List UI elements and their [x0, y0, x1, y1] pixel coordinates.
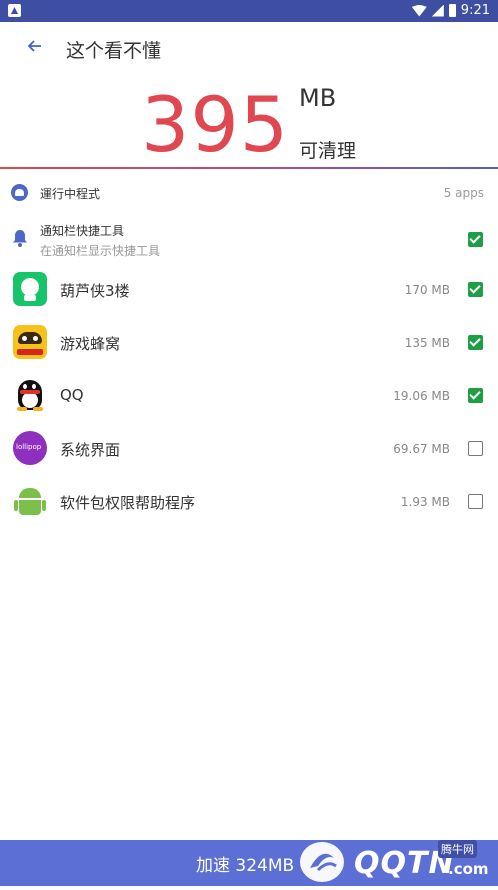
back-arrow-icon[interactable]: [22, 34, 48, 60]
watermark-tag: 腾牛网: [438, 840, 477, 858]
app-checkbox[interactable]: [468, 388, 483, 403]
notification-app-icon: [8, 4, 21, 17]
app-size: 19.06 MB: [393, 389, 450, 403]
wifi-icon: [411, 4, 427, 17]
app-name: QQ: [60, 386, 84, 404]
app-name: 软件包权限帮助程序: [60, 494, 196, 512]
page-title: 这个看不懂: [66, 40, 162, 62]
app-name: 游戏蜂窝: [60, 335, 121, 353]
running-header: 運行中程式 5 apps: [0, 181, 498, 207]
clean-summary: 395 MB 可清理: [0, 80, 498, 168]
app-checkbox[interactable]: [468, 494, 483, 509]
notify-subtitle: 在通知栏显示快捷工具: [40, 244, 161, 258]
boost-button[interactable]: 加速 324MB QQTN .com 腾牛网: [0, 840, 498, 886]
running-label: 運行中程式: [40, 187, 101, 201]
signal-icon: [431, 4, 444, 17]
app-checkbox[interactable]: [468, 282, 483, 297]
app-row-qq[interactable]: QQ 19.06 MB: [0, 376, 498, 416]
boost-label: 加速 324MB: [196, 856, 295, 876]
android-robot-icon: [11, 184, 28, 201]
amount-unit: MB: [299, 84, 337, 112]
notify-title: 通知栏快捷工具: [40, 224, 125, 238]
app-row-youxifengwo[interactable]: 游戏蜂窝 135 MB: [0, 323, 498, 363]
qq-penguin-icon: [13, 378, 47, 412]
app-bar: 这个看不懂: [0, 22, 498, 74]
app-size: 1.93 MB: [400, 495, 450, 509]
app-row-huluxia[interactable]: 葫芦侠3楼 170 MB: [0, 270, 498, 310]
android-icon: [13, 484, 47, 518]
cleanable-label: 可清理: [299, 140, 357, 162]
gradient-divider: [0, 167, 498, 169]
app-checkbox[interactable]: [468, 335, 483, 350]
app-name: 系统界面: [60, 441, 121, 459]
cleanable-amount: 395: [141, 80, 290, 169]
bell-icon: [12, 229, 28, 251]
app-size: 170 MB: [404, 283, 450, 297]
status-right: 9:21: [411, 3, 490, 18]
youxifengwo-icon: [13, 325, 47, 359]
huluxia-icon: [13, 272, 47, 306]
app-name: 葫芦侠3楼: [60, 282, 130, 300]
notify-checkbox[interactable]: [468, 232, 483, 247]
watermark: QQTN .com 腾牛网: [288, 840, 498, 886]
app-size: 69.67 MB: [393, 442, 450, 456]
notify-tool-row[interactable]: 通知栏快捷工具 在通知栏显示快捷工具: [0, 219, 498, 261]
battery-icon: [448, 4, 456, 17]
app-checkbox[interactable]: [468, 441, 483, 456]
status-time: 9:21: [460, 3, 490, 18]
watermark-domain: .com: [448, 860, 489, 878]
running-count: 5 apps: [443, 186, 484, 200]
lollipop-icon: lollipop: [13, 431, 47, 465]
status-bar: 9:21: [0, 0, 498, 22]
app-row-systemui[interactable]: lollipop 系统界面 69.67 MB: [0, 429, 498, 469]
app-size: 135 MB: [404, 336, 450, 350]
app-row-package-permission[interactable]: 软件包权限帮助程序 1.93 MB: [0, 482, 498, 522]
